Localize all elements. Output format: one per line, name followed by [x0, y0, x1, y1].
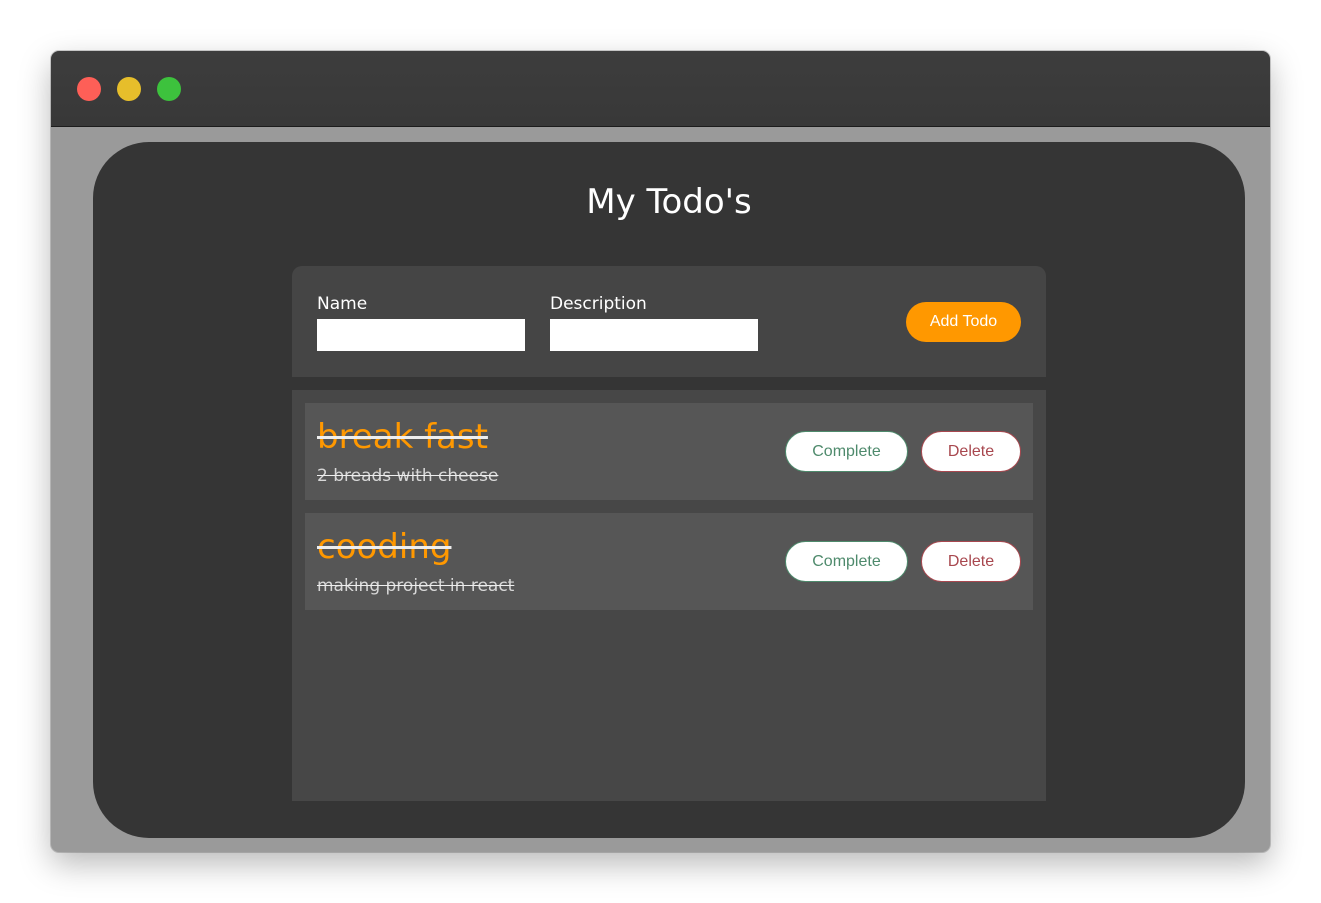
- todo-description: 2 breads with cheese: [317, 466, 499, 486]
- name-label: Name: [317, 294, 368, 314]
- page-title: My Todo's: [586, 182, 752, 222]
- delete-button[interactable]: Delete: [921, 431, 1021, 472]
- todo-description: making project in react: [317, 576, 515, 596]
- todo-item: cooding making project in react Complete…: [305, 513, 1033, 610]
- todo-list: break fast 2 breads with cheese Complete…: [292, 390, 1046, 801]
- complete-button[interactable]: Complete: [785, 541, 908, 582]
- description-label: Description: [550, 294, 647, 314]
- app-window: My Todo's Name Description Add Todo brea…: [51, 51, 1270, 852]
- todo-item: break fast 2 breads with cheese Complete…: [305, 403, 1033, 500]
- todo-name: break fast: [317, 417, 488, 457]
- name-input[interactable]: [317, 319, 525, 351]
- todo-app: My Todo's Name Description Add Todo brea…: [93, 142, 1245, 838]
- todo-name: cooding: [317, 527, 452, 567]
- delete-button[interactable]: Delete: [921, 541, 1021, 582]
- title-bar: [51, 51, 1270, 127]
- minimize-window-button[interactable]: [117, 77, 141, 101]
- description-input[interactable]: [550, 319, 758, 351]
- close-window-button[interactable]: [77, 77, 101, 101]
- add-todo-form: Name Description Add Todo: [292, 266, 1046, 377]
- maximize-window-button[interactable]: [157, 77, 181, 101]
- description-field: Description: [550, 294, 758, 351]
- add-todo-button[interactable]: Add Todo: [906, 302, 1021, 342]
- complete-button[interactable]: Complete: [785, 431, 908, 472]
- name-field: Name: [317, 294, 525, 351]
